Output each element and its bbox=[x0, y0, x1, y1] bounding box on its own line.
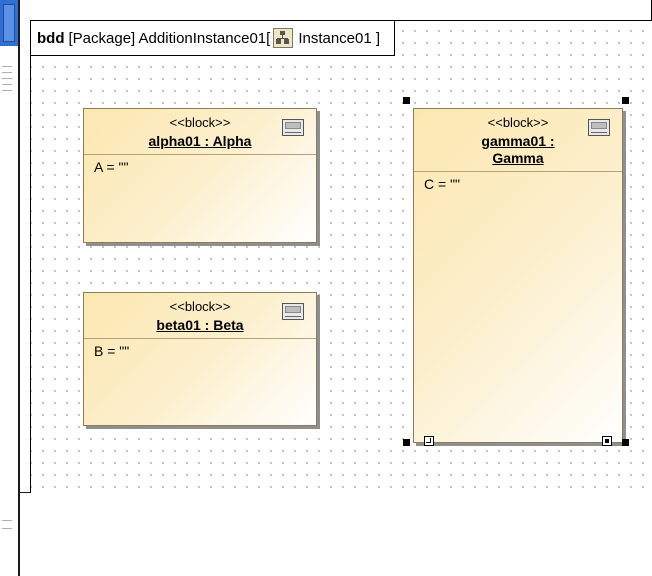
left-panel-selection[interactable] bbox=[0, 0, 18, 46]
block-alpha01[interactable]: <<block>> alpha01 : Alpha A = "" bbox=[83, 108, 317, 243]
block-attribute[interactable]: C = "" bbox=[414, 172, 622, 196]
diagram-header-text: [Package] AdditionInstance01[ bbox=[68, 29, 271, 47]
diagram-kind: bdd bbox=[37, 29, 65, 47]
resize-shrink-icon[interactable] bbox=[424, 436, 434, 446]
selection-handle-top-left[interactable] bbox=[403, 97, 410, 104]
left-panel-strip bbox=[0, 0, 18, 576]
panel-divider[interactable] bbox=[18, 0, 20, 576]
block-beta01[interactable]: <<block>> beta01 : Beta B = "" bbox=[83, 292, 317, 426]
block-attribute[interactable]: A = "" bbox=[84, 155, 316, 179]
component-icon bbox=[588, 119, 610, 136]
instance-diagram-icon bbox=[273, 28, 294, 48]
expand-icon[interactable] bbox=[602, 436, 612, 446]
component-icon bbox=[282, 303, 304, 320]
block-header: <<block>> gamma01 : Gamma bbox=[414, 109, 622, 172]
block-name-line2: Gamma bbox=[492, 150, 544, 166]
selection-handle-bottom-left[interactable] bbox=[403, 439, 410, 446]
diagram-frame-tab[interactable]: bdd [Package] AdditionInstance01[ Instan… bbox=[31, 21, 396, 56]
selection-handle-top-right[interactable] bbox=[622, 97, 629, 104]
block-gamma01[interactable]: <<block>> gamma01 : Gamma C = "" bbox=[413, 108, 623, 446]
diagram-instance-name: Instance01 ] bbox=[298, 29, 381, 47]
block-header: <<block>> alpha01 : Alpha bbox=[84, 109, 316, 155]
component-icon bbox=[282, 119, 304, 136]
selection-handle-bottom-right[interactable] bbox=[622, 439, 629, 446]
block-header: <<block>> beta01 : Beta bbox=[84, 293, 316, 339]
block-name-line1: gamma01 : bbox=[481, 133, 555, 149]
block-attribute[interactable]: B = "" bbox=[84, 339, 316, 363]
block-name[interactable]: gamma01 : Gamma bbox=[414, 130, 622, 171]
diagram-canvas[interactable]: bdd [Package] AdditionInstance01[ Instan… bbox=[30, 20, 652, 493]
